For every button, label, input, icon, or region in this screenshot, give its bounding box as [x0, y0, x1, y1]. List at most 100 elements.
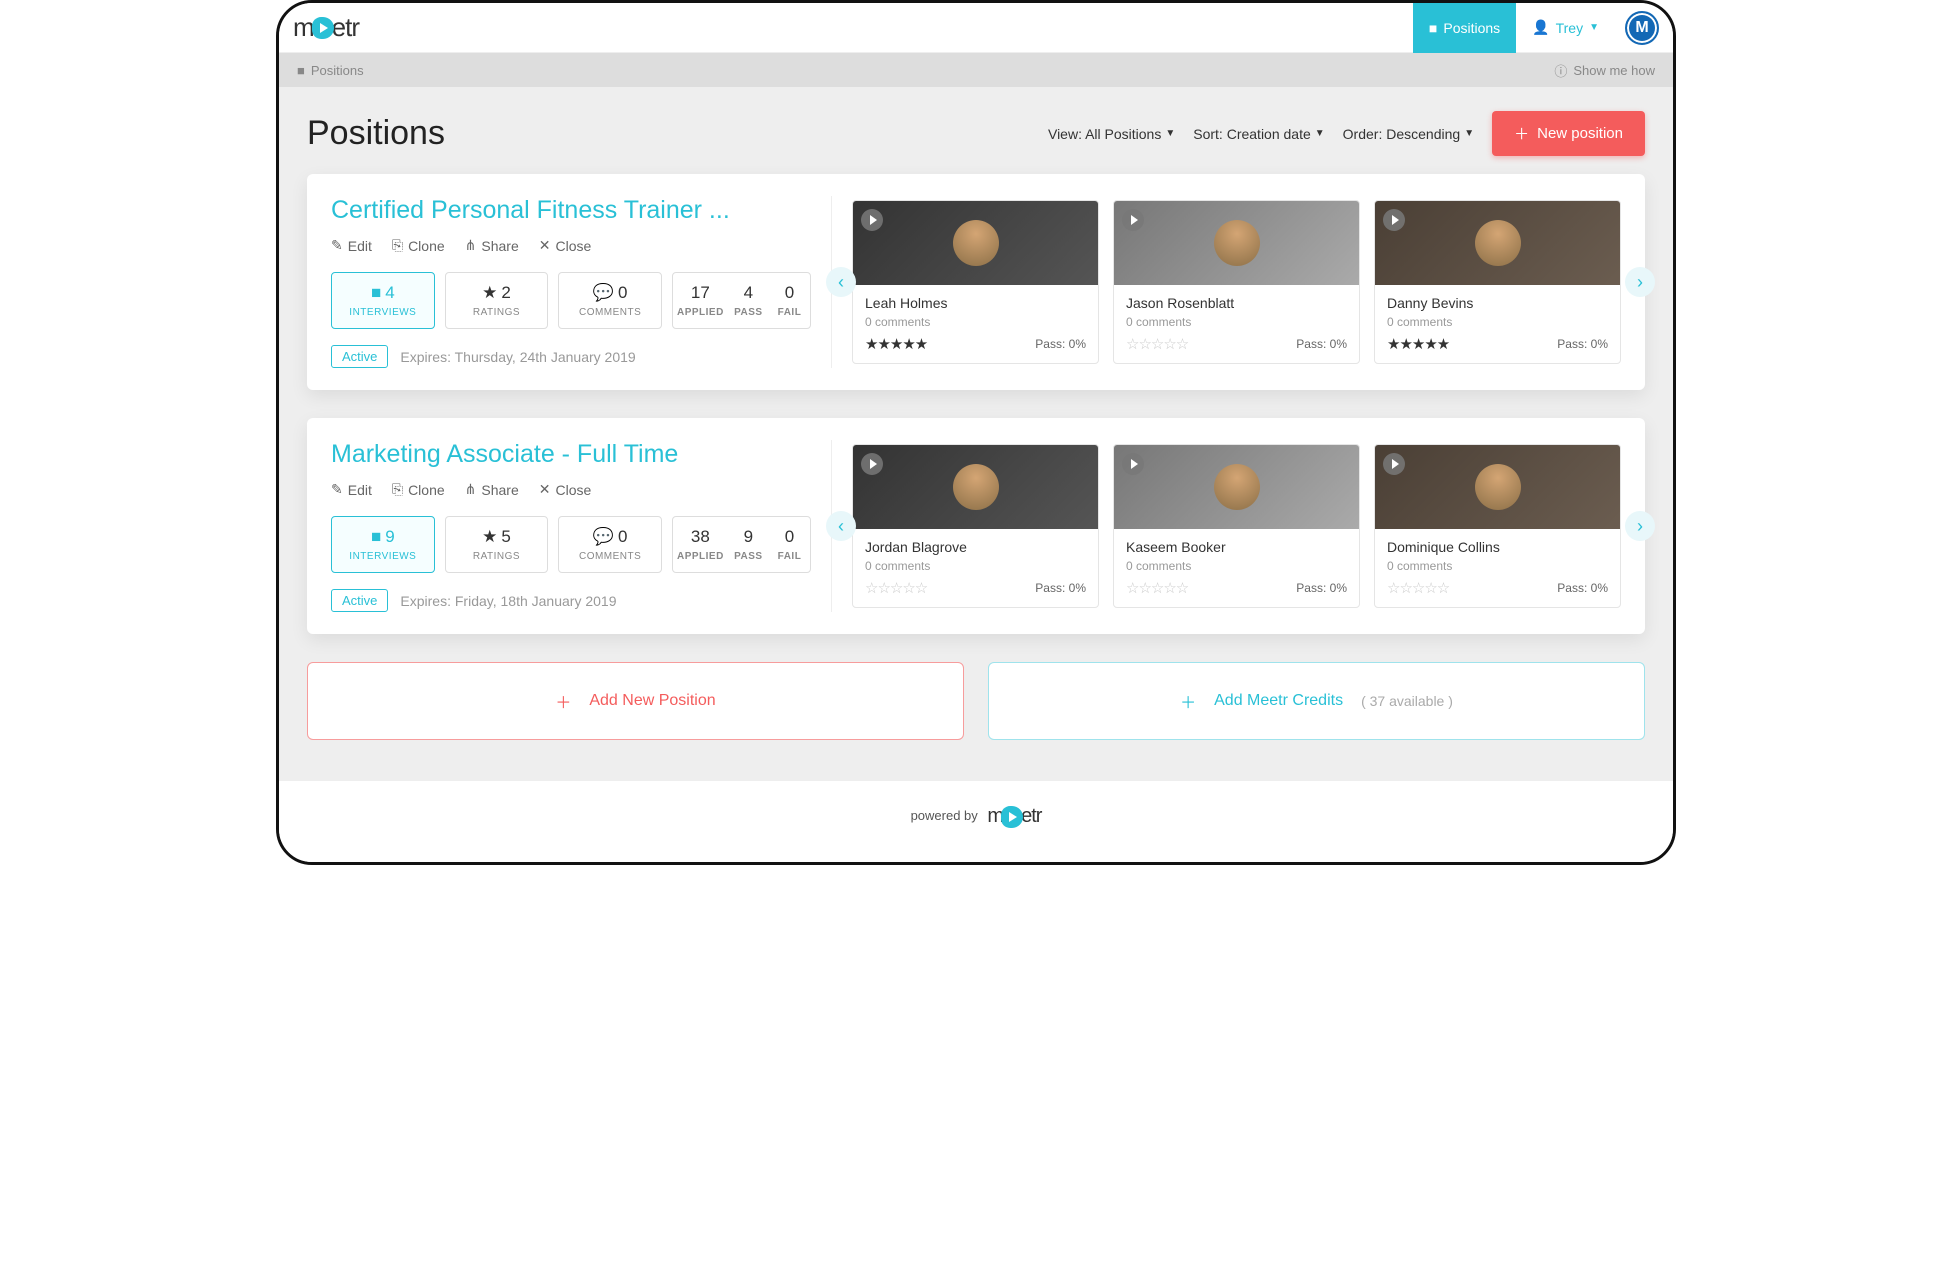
video-thumbnail[interactable] — [853, 445, 1098, 529]
star-rating: ★★★★★ — [1387, 335, 1449, 353]
plus-icon: ＋ — [1514, 123, 1529, 144]
candidate-name: Dominique Collins — [1387, 539, 1608, 555]
comment-icon: 💬 — [593, 527, 614, 547]
candidate-name: Jordan Blagrove — [865, 539, 1086, 555]
logo[interactable]: metr — [293, 12, 359, 43]
ratings-stat[interactable]: ★ 2 RATINGS — [445, 272, 549, 329]
edit-button[interactable]: ✎ Edit — [331, 481, 372, 498]
play-icon — [1122, 453, 1144, 475]
position-title[interactable]: Marketing Associate - Full Time — [331, 440, 811, 469]
video-thumbnail[interactable] — [1114, 445, 1359, 529]
carousel-next[interactable]: › — [1625, 511, 1655, 541]
close-icon: ✕ — [539, 481, 551, 498]
star-rating: ☆☆☆☆☆ — [1387, 579, 1449, 597]
pass-rate: Pass: 0% — [1557, 337, 1608, 351]
status-badge: Active — [331, 345, 388, 368]
new-position-button[interactable]: ＋ New position — [1492, 111, 1645, 156]
pencil-icon: ✎ — [331, 237, 343, 254]
candidate-card[interactable]: Jason Rosenblatt 0 comments ☆☆☆☆☆ Pass: … — [1113, 200, 1360, 364]
position-card: Certified Personal Fitness Trainer ... ✎… — [307, 174, 1645, 390]
candidate-card[interactable]: Dominique Collins 0 comments ☆☆☆☆☆ Pass:… — [1374, 444, 1621, 608]
candidate-card[interactable]: Jordan Blagrove 0 comments ☆☆☆☆☆ Pass: 0… — [852, 444, 1099, 608]
ratings-stat[interactable]: ★ 5 RATINGS — [445, 516, 549, 573]
video-thumbnail[interactable] — [1114, 201, 1359, 285]
interviews-stat[interactable]: ■ 4 INTERVIEWS — [331, 272, 435, 329]
pass-rate: Pass: 0% — [1035, 337, 1086, 351]
clone-button[interactable]: ⎘ Clone — [392, 481, 445, 498]
video-icon: ■ — [1429, 20, 1437, 36]
video-icon: ■ — [297, 63, 305, 78]
view-filter[interactable]: View: All Positions▼ — [1048, 126, 1175, 142]
position-title[interactable]: Certified Personal Fitness Trainer ... — [331, 196, 811, 225]
star-rating: ☆☆☆☆☆ — [865, 579, 927, 597]
add-new-position-button[interactable]: ＋ Add New Position — [307, 662, 964, 740]
candidate-comments: 0 comments — [1387, 559, 1608, 573]
info-icon: ⓘ — [1554, 61, 1567, 80]
footer-logo[interactable]: metr — [987, 805, 1041, 828]
sort-filter[interactable]: Sort: Creation date▼ — [1193, 126, 1324, 142]
nav-positions[interactable]: ■ Positions — [1413, 3, 1516, 53]
star-rating: ☆☆☆☆☆ — [1126, 579, 1188, 597]
candidate-comments: 0 comments — [865, 559, 1086, 573]
close-button[interactable]: ✕ Close — [539, 481, 592, 498]
carousel-next[interactable]: › — [1625, 267, 1655, 297]
play-icon — [1383, 453, 1405, 475]
play-icon — [861, 453, 883, 475]
video-icon: ■ — [371, 527, 381, 547]
carousel-prev[interactable]: ‹ — [826, 511, 856, 541]
candidate-name: Danny Bevins — [1387, 295, 1608, 311]
close-button[interactable]: ✕ Close — [539, 237, 592, 254]
carousel-prev[interactable]: ‹ — [826, 267, 856, 297]
candidate-comments: 0 comments — [1126, 559, 1347, 573]
candidate-face — [1214, 464, 1260, 510]
nav-user-name: Trey — [1556, 20, 1583, 36]
comments-stat[interactable]: 💬 0 COMMENTS — [558, 272, 662, 329]
page-title: Positions — [307, 114, 445, 153]
candidate-face — [1475, 464, 1521, 510]
add-credits-button[interactable]: ＋ Add Meetr Credits ( 37 available ) — [988, 662, 1645, 740]
candidate-card[interactable]: Danny Bevins 0 comments ★★★★★ Pass: 0% — [1374, 200, 1621, 364]
nav-user-menu[interactable]: 👤 Trey ▼ — [1516, 3, 1615, 53]
play-icon — [1001, 806, 1023, 828]
order-filter[interactable]: Order: Descending▼ — [1343, 126, 1474, 142]
candidate-card[interactable]: Kaseem Booker 0 comments ☆☆☆☆☆ Pass: 0% — [1113, 444, 1360, 608]
caret-down-icon: ▼ — [1464, 128, 1474, 139]
share-button[interactable]: ⋔ Share — [465, 237, 519, 254]
candidate-card[interactable]: Leah Holmes 0 comments ★★★★★ Pass: 0% — [852, 200, 1099, 364]
video-thumbnail[interactable] — [853, 201, 1098, 285]
video-thumbnail[interactable] — [1375, 445, 1620, 529]
avatar[interactable]: M — [1625, 11, 1659, 45]
candidate-face — [953, 464, 999, 510]
add-position-label: Add New Position — [589, 692, 715, 710]
footer-text: powered by — [911, 808, 978, 823]
share-button[interactable]: ⋔ Share — [465, 481, 519, 498]
star-rating: ★★★★★ — [865, 335, 927, 353]
video-icon: ■ — [371, 283, 381, 303]
sort-filter-label: Sort: Creation date — [1193, 126, 1311, 142]
status-badge: Active — [331, 589, 388, 612]
edit-button[interactable]: ✎ Edit — [331, 237, 372, 254]
application-stats[interactable]: 17APPLIED 4PASS 0FAIL — [672, 272, 811, 329]
application-stats[interactable]: 38APPLIED 9PASS 0FAIL — [672, 516, 811, 573]
pass-rate: Pass: 0% — [1035, 581, 1086, 595]
expiry-text: Expires: Thursday, 24th January 2019 — [400, 349, 635, 365]
video-thumbnail[interactable] — [1375, 201, 1620, 285]
star-icon: ★ — [482, 283, 497, 303]
play-icon — [1122, 209, 1144, 231]
plus-icon: ＋ — [555, 689, 571, 713]
candidate-face — [953, 220, 999, 266]
comments-stat[interactable]: 💬 0 COMMENTS — [558, 516, 662, 573]
view-filter-label: View: All Positions — [1048, 126, 1161, 142]
candidate-name: Jason Rosenblatt — [1126, 295, 1347, 311]
comment-icon: 💬 — [593, 283, 614, 303]
breadcrumb[interactable]: Positions — [311, 63, 364, 78]
new-position-label: New position — [1537, 125, 1623, 142]
copy-icon: ⎘ — [392, 237, 403, 254]
candidate-comments: 0 comments — [1126, 315, 1347, 329]
clone-button[interactable]: ⎘ Clone — [392, 237, 445, 254]
interviews-stat[interactable]: ■ 9 INTERVIEWS — [331, 516, 435, 573]
pencil-icon: ✎ — [331, 481, 343, 498]
candidate-face — [1214, 220, 1260, 266]
help-link[interactable]: Show me how — [1573, 63, 1655, 78]
sub-bar: ■ Positions ⓘ Show me how — [279, 53, 1673, 87]
